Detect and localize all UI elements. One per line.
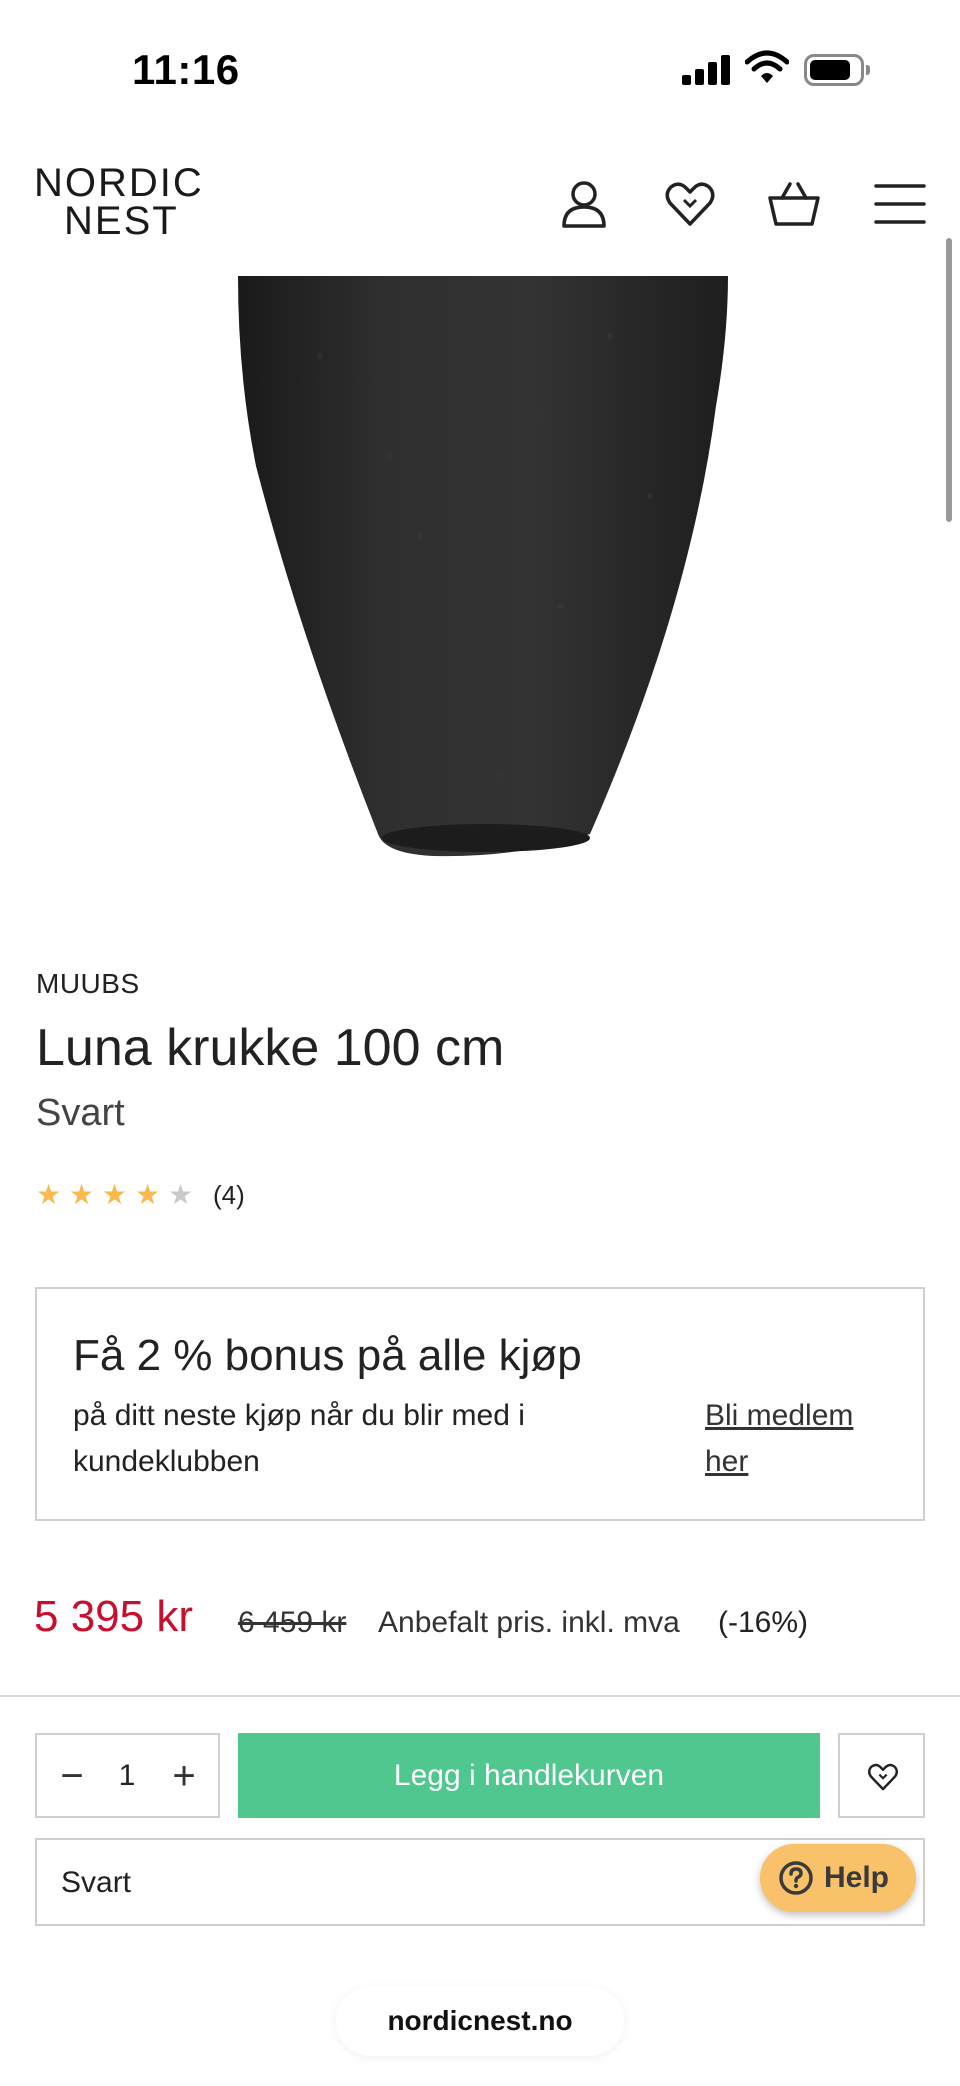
current-price: 5 395 kr	[34, 1592, 193, 1641]
bonus-text: på ditt neste kjøp når du blir med i kun…	[73, 1399, 525, 1478]
signal-icon	[682, 55, 730, 85]
product-title: Luna krukke 100 cm	[36, 1019, 505, 1077]
product-image[interactable]	[0, 276, 960, 896]
quantity-value[interactable]: 1	[97, 1749, 157, 1803]
browser-url-bar[interactable]: nordicnest.no	[336, 1986, 624, 2056]
discount-percent: (-16%)	[718, 1606, 809, 1639]
quantity-stepper: − 1 +	[35, 1733, 220, 1818]
question-icon	[779, 1861, 813, 1895]
product-variant: Svart	[36, 1092, 125, 1134]
bonus-title: Få 2 % bonus på alle kjøp	[73, 1331, 582, 1380]
star-icon: ★	[135, 1179, 161, 1210]
wishlist-heart-icon[interactable]	[662, 176, 718, 232]
help-button[interactable]: Help	[760, 1844, 916, 1912]
menu-icon[interactable]	[872, 176, 928, 232]
decrease-quantity-button[interactable]: −	[45, 1749, 99, 1803]
star-icon: ★	[102, 1179, 128, 1210]
product-page: 11:16 NORDIC NEST MUUBS Luna krukke 100 …	[0, 0, 960, 2086]
logo-line2: NEST	[64, 199, 179, 243]
review-count[interactable]: (4)	[213, 1180, 245, 1211]
nordic-nest-logo[interactable]: NORDIC NEST	[34, 163, 214, 243]
add-to-cart-button[interactable]: Legg i handlekurven	[238, 1733, 820, 1818]
page-scrollbar[interactable]	[946, 238, 952, 522]
star-icon: ★	[69, 1179, 95, 1210]
wifi-icon	[744, 50, 790, 86]
status-bar: 11:16	[0, 0, 960, 140]
become-member-link[interactable]: Bli medlem her	[705, 1393, 895, 1485]
account-icon[interactable]	[556, 176, 612, 232]
increase-quantity-button[interactable]: +	[157, 1749, 211, 1803]
product-rating[interactable]: ★ ★ ★ ★ ★ (4)	[36, 1180, 245, 1210]
battery-icon	[804, 54, 870, 86]
heart-icon	[867, 1763, 899, 1791]
cart-basket-icon[interactable]	[766, 176, 822, 232]
bonus-promo-box: Få 2 % bonus på alle kjøp på ditt neste …	[35, 1287, 925, 1521]
add-to-wishlist-button[interactable]	[838, 1733, 925, 1818]
recommended-price-label: Anbefalt pris. inkl. mva	[378, 1606, 680, 1639]
star-empty-icon: ★	[168, 1179, 194, 1210]
help-label: Help	[824, 1861, 890, 1894]
divider	[0, 1695, 960, 1697]
selected-variant: Svart	[61, 1866, 132, 1899]
old-price: 6 459 kr	[238, 1606, 347, 1639]
site-header: NORDIC NEST	[0, 140, 960, 276]
star-icon: ★	[36, 1179, 62, 1210]
product-brand[interactable]: MUUBS	[36, 968, 140, 1000]
status-time: 11:16	[132, 46, 240, 93]
